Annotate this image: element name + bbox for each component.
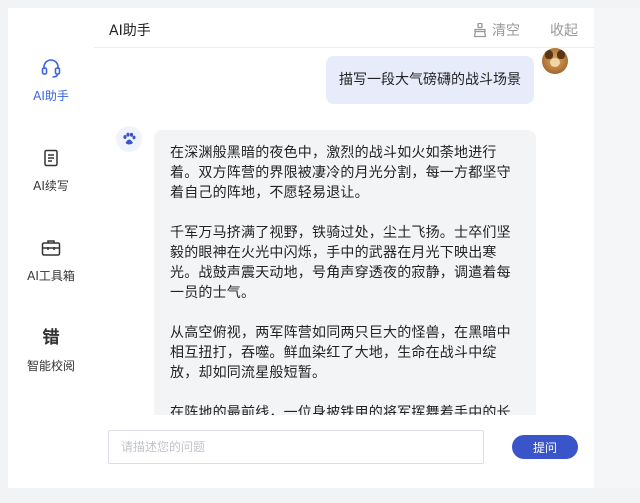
sidebar-item-ai-toolbox[interactable]: AI工具箱	[8, 236, 94, 284]
headset-icon	[39, 56, 63, 80]
clear-button[interactable]: 清空	[472, 20, 520, 40]
user-avatar	[542, 48, 568, 74]
bot-avatar	[116, 126, 142, 152]
document-icon	[39, 146, 63, 170]
paw-icon	[123, 132, 136, 145]
user-message: 描写一段大气磅礴的战斗场景	[326, 56, 534, 104]
clear-label: 清空	[492, 23, 520, 39]
app-root: AI助手 AI续写 AI工具箱 错 智能校阅 AI助手 清空 收起 描写一段大气…	[0, 0, 640, 503]
collapse-button[interactable]: 收起	[550, 20, 578, 40]
proofread-icon: 错	[39, 326, 63, 350]
sidebar-item-label: AI助手	[33, 89, 69, 103]
broom-icon	[473, 22, 487, 38]
page-title: AI助手	[109, 23, 151, 39]
bot-paragraph: 在阵地的最前线，一位身披铁甲的将军挥舞着手中的长剑，他的每一次呼喊都引动着士兵们…	[170, 405, 511, 415]
bot-paragraph: 在深渊般黑暗的夜色中，激烈的战斗如火如荼地进行着。双方阵营的界限被凄冷的月光分割…	[170, 145, 511, 201]
assistant-panel: AI助手 清空 收起 描写一段大气磅礴的战斗场景 在深渊般黑暗的夜色中，激烈的战…	[94, 8, 594, 488]
question-input[interactable]	[108, 430, 484, 464]
chat-area[interactable]: 描写一段大气磅礴的战斗场景 在深渊般黑暗的夜色中，激烈的战斗如火如荼地进行着。双…	[94, 48, 594, 415]
sidebar-item-label: AI续写	[33, 179, 69, 193]
ask-button[interactable]: 提问	[512, 435, 578, 459]
bot-paragraph: 从高空俯视，两军阵营如同两只巨大的怪兽，在黑暗中相互扭打，吞噬。鲜血染红了大地，…	[170, 325, 511, 381]
panel-header: AI助手 清空 收起	[94, 8, 594, 48]
sidebar-item-ai-assistant[interactable]: AI助手	[8, 56, 94, 104]
sidebar-item-label: AI工具箱	[27, 269, 75, 283]
proofread-glyph: 错	[42, 328, 60, 348]
toolbox-icon	[39, 236, 63, 260]
sidebar: AI助手 AI续写 AI工具箱 错 智能校阅	[8, 8, 94, 488]
sidebar-item-smart-proofread[interactable]: 错 智能校阅	[8, 326, 94, 374]
sidebar-item-ai-continue[interactable]: AI续写	[8, 146, 94, 194]
sidebar-item-label: 智能校阅	[26, 359, 75, 373]
bot-message: 在深渊般黑暗的夜色中，激烈的战斗如火如荼地进行着。双方阵营的界限被凄冷的月光分割…	[154, 130, 536, 415]
background-strip	[594, 8, 640, 488]
bot-paragraph: 千军万马挤满了视野，铁骑过处，尘土飞扬。士卒们坚毅的眼神在火光中闪烁，手中的武器…	[170, 225, 511, 301]
